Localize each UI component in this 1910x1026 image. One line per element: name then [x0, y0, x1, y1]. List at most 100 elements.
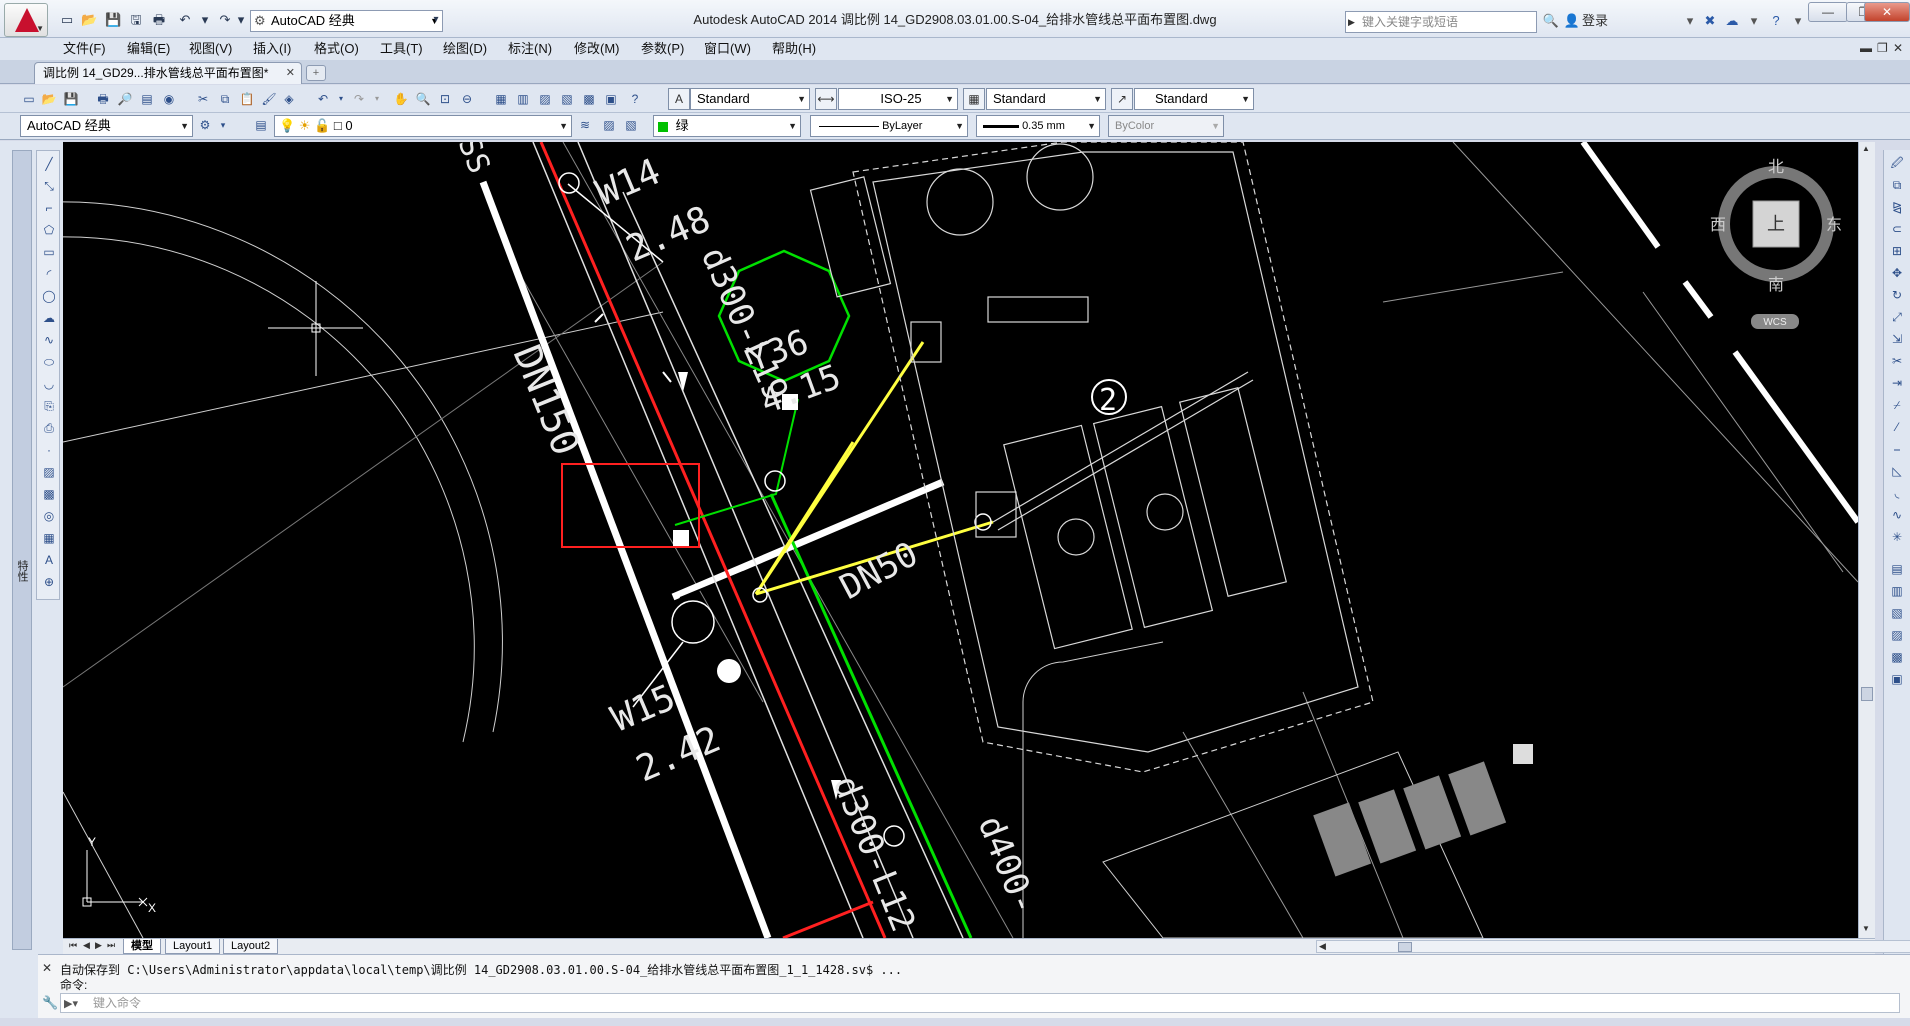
- chamfer-icon[interactable]: ◺: [1888, 462, 1906, 480]
- draw-order-icon[interactable]: ▤: [1888, 560, 1906, 578]
- menu-dimension[interactable]: 标注(N): [508, 38, 552, 60]
- undo-icon[interactable]: ↶: [176, 11, 194, 29]
- help-search-input[interactable]: ▶ 键入关键字或短语: [1345, 11, 1537, 33]
- multiline-text-icon[interactable]: A: [40, 551, 58, 569]
- login-button[interactable]: 登录: [1582, 11, 1608, 31]
- text-style-dropdown[interactable]: Standard ▼: [690, 88, 810, 110]
- viewcube-west[interactable]: 西: [1710, 217, 1726, 234]
- cut-icon[interactable]: ✂: [194, 90, 212, 108]
- redo-dropdown-icon[interactable]: ▾: [368, 90, 386, 108]
- arc-icon[interactable]: ◜: [40, 265, 58, 283]
- table-style-icon[interactable]: ▦: [963, 88, 985, 110]
- hscroll-thumb[interactable]: [1398, 942, 1412, 952]
- menu-draw[interactable]: 绘图(D): [443, 38, 487, 60]
- construction-line-icon[interactable]: ⤡: [40, 177, 58, 195]
- mleader-style-icon[interactable]: ↗: [1111, 88, 1133, 110]
- zoom-window-icon[interactable]: ⊡: [436, 90, 454, 108]
- last-layout-icon[interactable]: ⏭: [107, 940, 115, 951]
- ellipse-arc-icon[interactable]: ◡: [40, 375, 58, 393]
- zoom-previous-icon[interactable]: ⊖: [458, 90, 476, 108]
- explode-icon[interactable]: ✳: [1888, 528, 1906, 546]
- linetype-dropdown[interactable]: ByLayer ▼: [810, 115, 968, 137]
- command-input[interactable]: ▶▾ 键入命令: [60, 993, 1900, 1013]
- hatch-icon[interactable]: ▨: [40, 463, 58, 481]
- application-menu-button[interactable]: ▼: [4, 3, 48, 37]
- close-cmdline-icon[interactable]: ✕: [42, 961, 52, 975]
- bring-front-icon[interactable]: ▥: [1888, 582, 1906, 600]
- send-under-icon[interactable]: ▩: [1888, 648, 1906, 666]
- point-icon[interactable]: ·: [40, 441, 58, 459]
- quickcalc-icon[interactable]: ▣: [602, 90, 620, 108]
- layer-dropdown[interactable]: 💡 ☀ 🔓 □ 0 ▼: [274, 115, 572, 137]
- help-icon[interactable]: ?: [626, 90, 644, 108]
- gradient-icon[interactable]: ▩: [40, 485, 58, 503]
- menu-edit[interactable]: 编辑(E): [127, 38, 170, 60]
- block-editor-icon[interactable]: ◈: [280, 90, 298, 108]
- paste-icon[interactable]: 📋: [238, 90, 256, 108]
- workspace-combo[interactable]: AutoCAD 经典 ▼: [20, 115, 193, 137]
- plotstyle-dropdown[interactable]: ByColor ▼: [1108, 115, 1224, 137]
- viewcube-south[interactable]: 南: [1768, 276, 1784, 294]
- save-icon[interactable]: 💾: [104, 11, 122, 29]
- mirror-icon[interactable]: ⧎: [1888, 198, 1906, 216]
- stretch-icon[interactable]: ⇲: [1888, 330, 1906, 348]
- login-dropdown-icon[interactable]: ▾: [1680, 12, 1700, 30]
- copy-icon[interactable]: ⧉: [216, 90, 234, 108]
- copy-object-icon[interactable]: ⧉: [1888, 176, 1906, 194]
- customize-qat-icon[interactable]: ▾: [427, 11, 445, 29]
- tool-palettes-icon[interactable]: ▨: [536, 90, 554, 108]
- scroll-up-icon[interactable]: ▲: [1862, 144, 1870, 153]
- next-layout-icon[interactable]: ▶: [95, 940, 102, 951]
- help-dropdown-icon[interactable]: ▾: [1788, 12, 1808, 30]
- redo-dropdown-icon[interactable]: ▾: [232, 11, 250, 29]
- doc-close-icon[interactable]: ✕: [1893, 41, 1903, 55]
- make-block-icon[interactable]: ⎙: [40, 419, 58, 437]
- plot-preview-icon[interactable]: 🔎: [116, 90, 134, 108]
- tab-layout1[interactable]: Layout1: [165, 939, 221, 954]
- doc-minimize-icon[interactable]: ▬: [1860, 41, 1872, 55]
- document-tab[interactable]: 调比例 14_GD29...排水管线总平面布置图* ✕: [34, 62, 302, 84]
- sheet-set-icon[interactable]: ▧: [558, 90, 576, 108]
- markup-icon[interactable]: ▩: [580, 90, 598, 108]
- prev-layout-icon[interactable]: ◀: [83, 940, 90, 951]
- rotate-icon[interactable]: ↻: [1888, 286, 1906, 304]
- autodesk-360-icon[interactable]: ☁: [1722, 12, 1742, 30]
- properties-icon[interactable]: ▦: [492, 90, 510, 108]
- erase-icon[interactable]: 🖉: [1888, 154, 1906, 172]
- circle-icon[interactable]: ◯: [40, 287, 58, 305]
- open-file-icon[interactable]: 📂: [80, 11, 98, 29]
- move-icon[interactable]: ✥: [1888, 264, 1906, 282]
- scroll-thumb[interactable]: [1861, 687, 1873, 701]
- user-icon[interactable]: 👤: [1562, 12, 1582, 30]
- workspace-dropdown[interactable]: ⚙ AutoCAD 经典 ▼: [250, 10, 443, 32]
- help-icon[interactable]: ?: [1766, 12, 1786, 30]
- scroll-left-icon[interactable]: ◀: [1319, 941, 1326, 952]
- new-icon[interactable]: ▭: [20, 90, 38, 108]
- break-icon[interactable]: ⁄: [1888, 418, 1906, 436]
- print-icon[interactable]: 🖶: [150, 11, 168, 29]
- dim-style-dropdown[interactable]: ISO-25 ▼: [838, 88, 958, 110]
- redo-icon[interactable]: ↷: [350, 90, 368, 108]
- pan-icon[interactable]: ✋: [392, 90, 410, 108]
- send-back-icon[interactable]: ▧: [1888, 604, 1906, 622]
- revision-cloud-icon[interactable]: ☁: [40, 309, 58, 327]
- color-dropdown[interactable]: 绿 ▼: [653, 115, 801, 137]
- spline-icon[interactable]: ∿: [40, 331, 58, 349]
- menu-help[interactable]: 帮助(H): [772, 38, 816, 60]
- vertical-scrollbar[interactable]: ▲ ▼: [1858, 142, 1875, 938]
- close-button[interactable]: ✕: [1864, 2, 1910, 22]
- undo-dropdown-icon[interactable]: ▾: [196, 11, 214, 29]
- trim-icon[interactable]: ✂: [1888, 352, 1906, 370]
- extend-icon[interactable]: ⇥: [1888, 374, 1906, 392]
- publish-icon[interactable]: ▤: [138, 90, 156, 108]
- menu-format[interactable]: 格式(O): [314, 38, 359, 60]
- text-style-icon[interactable]: A: [668, 88, 690, 110]
- ellipse-icon[interactable]: ⬭: [40, 353, 58, 371]
- menu-parametric[interactable]: 参数(P): [641, 38, 684, 60]
- save-as-icon[interactable]: 🖫: [127, 11, 145, 29]
- offset-icon[interactable]: ⊂: [1888, 220, 1906, 238]
- open-icon[interactable]: 📂: [40, 90, 58, 108]
- zoom-realtime-icon[interactable]: 🔍: [414, 90, 432, 108]
- horizontal-scrollbar[interactable]: ◀ ▶: [1316, 940, 1910, 953]
- workspace-dropdown-icon[interactable]: ▾: [214, 116, 232, 134]
